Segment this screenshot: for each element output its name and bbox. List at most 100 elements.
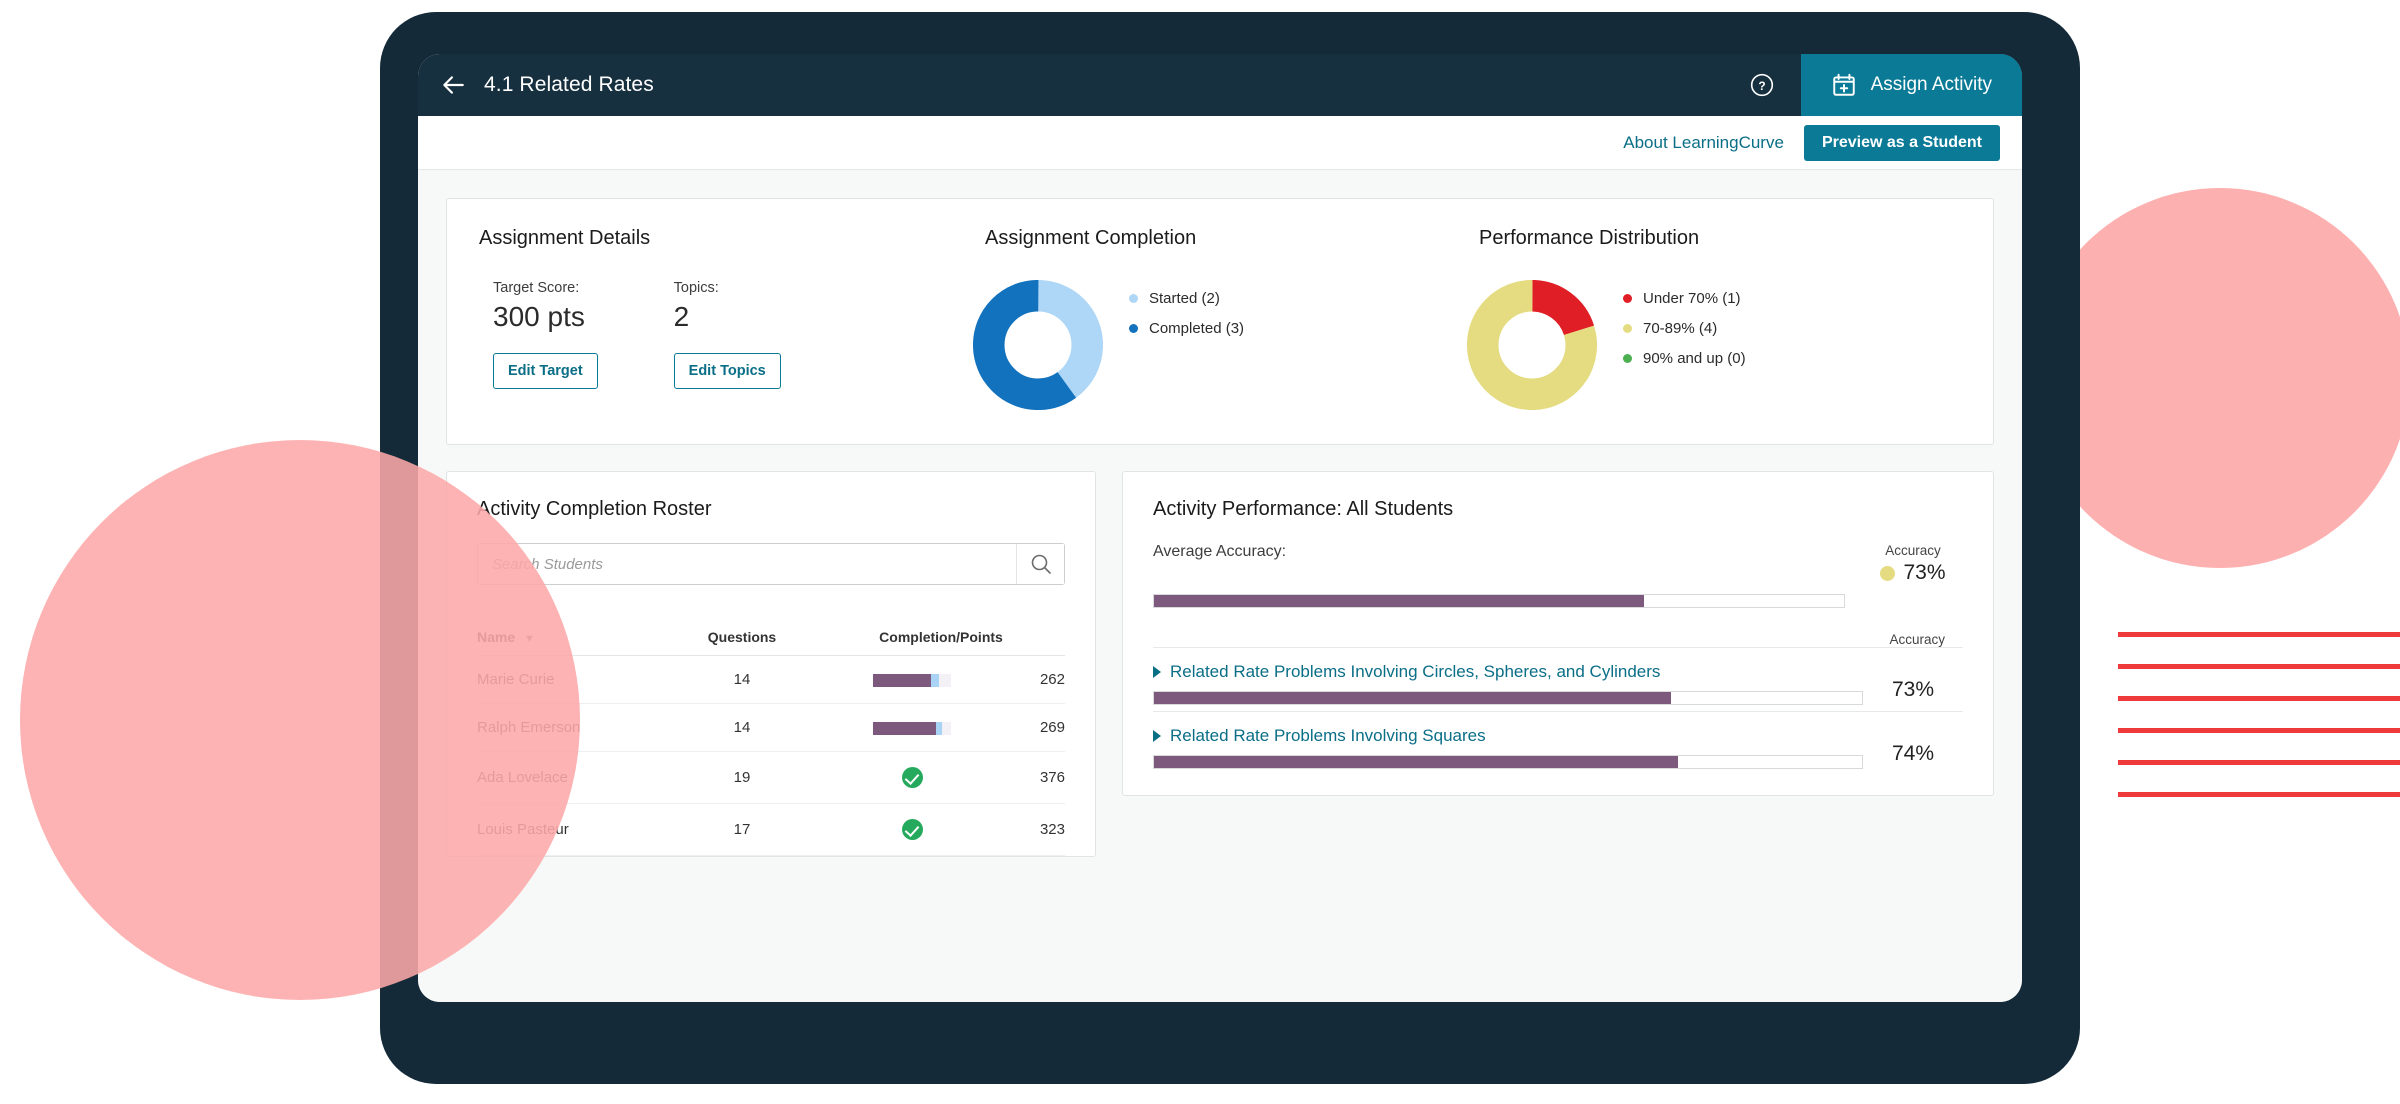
assignment-completion-legend: Started (2) Completed (3) (1129, 280, 1244, 350)
calendar-plus-icon (1832, 73, 1855, 96)
performance-distribution-donut (1467, 280, 1597, 410)
app-header: 4.1 Related Rates ? Assign Activity (418, 54, 2022, 116)
assignment-completion-panel: Assignment Completion Started (2) Complet… (973, 227, 1467, 410)
roster-cell-questions: 14 (667, 703, 817, 752)
roster-cell-completion (817, 703, 1007, 752)
performance-distribution-panel: Performance Distribution Under 70% (1) 70… (1467, 227, 1961, 410)
roster-cell-questions: 17 (667, 803, 817, 856)
progress-bar-track (873, 721, 951, 735)
legend-item: Under 70% (1) (1623, 290, 1746, 307)
legend-color-dot (1623, 294, 1632, 303)
topic-accuracy-bar-fill (1154, 692, 1671, 704)
topic-name[interactable]: Related Rate Problems Involving Circles,… (1170, 662, 1660, 682)
legend-color-dot (1623, 354, 1632, 363)
column-header-completion-points[interactable]: Completion/Points (817, 629, 1065, 656)
progress-bar-track (873, 673, 951, 687)
legend-item: Completed (3) (1129, 320, 1244, 337)
edit-target-button[interactable]: Edit Target (493, 353, 598, 389)
app-screen: 4.1 Related Rates ? Assign Activity Abou… (418, 54, 2022, 1002)
pink-circle-left (20, 440, 580, 1000)
topic-expand-toggle[interactable]: Related Rate Problems Involving Squares (1153, 726, 1863, 746)
performance-distribution-chart: Under 70% (1) 70-89% (4) 90% and up (0) (1467, 280, 1961, 410)
roster-cell-points: 323 (1007, 803, 1065, 856)
roster-cell-questions: 19 (667, 751, 817, 804)
target-score-value: 300 pts (493, 301, 585, 332)
triangle-right-icon[interactable] (1153, 730, 1161, 742)
page-body: Assignment Details Target Score: 300 pts… (418, 170, 2022, 1002)
activity-performance-card: Activity Performance: All Students Avera… (1122, 471, 1994, 796)
target-score-group: Target Score: 300 pts Edit Target (493, 280, 598, 389)
topic-expand-toggle[interactable]: Related Rate Problems Involving Circles,… (1153, 662, 1863, 682)
topic-accuracy-value: 73% (1891, 677, 1935, 701)
legend-label: 70-89% (4) (1643, 320, 1718, 337)
about-learningcurve-link[interactable]: About LearningCurve (1623, 133, 1784, 153)
progress-bar-fill (873, 673, 931, 687)
legend-item: Started (2) (1129, 290, 1244, 307)
accuracy-subheader: Accuracy (1889, 632, 1945, 647)
average-accuracy-bar-track (1153, 594, 1845, 608)
preview-as-student-button[interactable]: Preview as a Student (1803, 124, 2000, 161)
roster-cell-questions: 14 (667, 655, 817, 704)
svg-text:?: ? (1758, 79, 1765, 93)
column-header-questions[interactable]: Questions (667, 629, 817, 656)
red-line-6 (2118, 792, 2400, 797)
back-arrow-icon[interactable] (440, 72, 466, 98)
pink-circle-right (2030, 188, 2400, 568)
average-accuracy-bar-wrap (1153, 594, 1963, 608)
red-line-5 (2118, 760, 2400, 765)
average-accuracy-value: 73% (1903, 561, 1946, 584)
edit-topics-button[interactable]: Edit Topics (673, 353, 781, 389)
topics-value: 2 (673, 301, 690, 332)
topics-list: Related Rate Problems Involving Circles,… (1153, 647, 1963, 775)
progress-bar-fill (873, 721, 937, 735)
completed-check-icon (901, 767, 923, 788)
red-line-2 (2118, 664, 2400, 669)
topic-accuracy-bar-fill (1154, 756, 1678, 768)
completed-check-icon (901, 819, 923, 840)
topic-accuracy-value: 74% (1891, 741, 1935, 765)
legend-color-dot (1623, 324, 1632, 333)
roster-cell-points: 376 (1007, 751, 1065, 804)
assignment-details-title: Assignment Details (479, 227, 651, 249)
search-input[interactable] (478, 544, 1016, 584)
roster-cell-points: 262 (1007, 655, 1065, 704)
roster-title: Activity Completion Roster (477, 498, 712, 520)
topic-accuracy-bar-track (1153, 755, 1863, 769)
topic-name[interactable]: Related Rate Problems Involving Squares (1170, 726, 1486, 746)
roster-cell-completion (817, 655, 1007, 704)
progress-bar-tip (930, 673, 939, 687)
bottom-row: Activity Completion Roster Search Studen… (446, 471, 1994, 857)
legend-label: Completed (3) (1149, 320, 1245, 337)
legend-label: Under 70% (1) (1643, 290, 1741, 307)
topic-main: Related Rate Problems Involving Circles,… (1153, 662, 1863, 705)
accuracy-column-header: Accuracy (1885, 543, 1941, 558)
roster-cell-completion (817, 803, 1007, 856)
red-line-3 (2118, 696, 2400, 701)
target-score-label: Target Score: (493, 280, 580, 296)
legend-item: 70-89% (4) (1623, 320, 1746, 337)
average-accuracy-label: Average Accuracy: (1153, 543, 1287, 560)
header-left: 4.1 Related Rates (418, 54, 1723, 116)
search-button[interactable] (1016, 544, 1064, 584)
help-button[interactable]: ? (1723, 54, 1801, 116)
average-accuracy-value-row: 73% (1863, 561, 1963, 585)
triangle-right-icon[interactable] (1153, 666, 1161, 678)
assignment-completion-donut (973, 280, 1103, 410)
roster-cell-completion (817, 751, 1007, 804)
assign-activity-button[interactable]: Assign Activity (1800, 54, 2022, 116)
page-title: 4.1 Related Rates (484, 73, 654, 96)
topic-row: Related Rate Problems Involving Squares 7… (1153, 711, 1963, 775)
progress-bar-tip (936, 721, 942, 735)
legend-label: Started (2) (1149, 290, 1220, 307)
performance-distribution-legend: Under 70% (1) 70-89% (4) 90% and up (0) (1623, 280, 1746, 380)
assignment-completion-chart: Started (2) Completed (3) (973, 280, 1467, 410)
help-circle-icon: ? (1750, 73, 1773, 97)
topics-group: Topics: 2 Edit Topics (673, 280, 781, 389)
search-students-box (477, 543, 1065, 585)
table-row[interactable]: Louis Pasteur17323 (477, 803, 1065, 856)
red-line-4 (2118, 728, 2400, 733)
sub-header: About LearningCurve Preview as a Student (418, 116, 2022, 170)
topic-accuracy-bar-track (1153, 691, 1863, 705)
average-accuracy-bar-fill (1154, 595, 1644, 607)
legend-item: 90% and up (0) (1623, 350, 1746, 367)
